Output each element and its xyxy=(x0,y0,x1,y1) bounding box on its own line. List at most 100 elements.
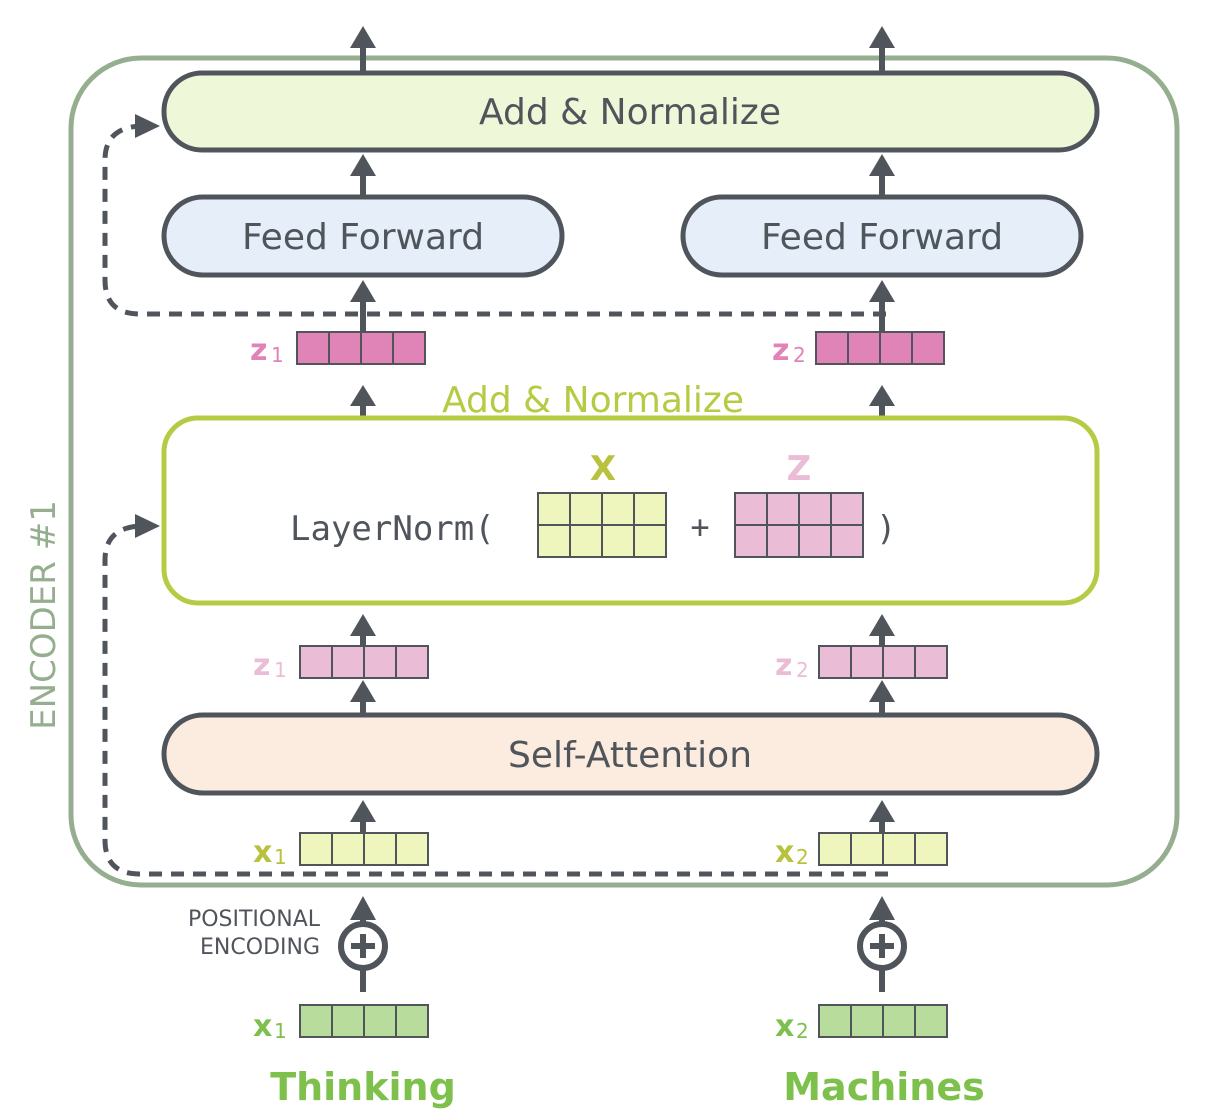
vector-cell xyxy=(850,832,884,866)
add-normalize-top-label: Add & Normalize xyxy=(479,92,781,133)
z-to-ln-arrow-2 xyxy=(869,614,895,646)
vector-cell xyxy=(299,832,333,866)
x-input-2-sub: 2 xyxy=(796,1019,809,1043)
x-input-2: x 2 xyxy=(775,1004,948,1044)
positional-add-1 xyxy=(338,896,388,992)
matrix-cell xyxy=(830,492,864,526)
positional-add-2 xyxy=(857,896,907,992)
x-embedded-2-sub: 2 xyxy=(796,845,809,869)
vector-cell xyxy=(395,1004,429,1038)
x-matrix-label: X xyxy=(590,449,616,489)
vector-cells xyxy=(815,331,945,365)
vector-cell xyxy=(363,1004,397,1038)
z-input-1-letter: z xyxy=(253,648,270,683)
vector-cell xyxy=(914,832,948,866)
z-output-2: z 2 xyxy=(772,331,945,368)
self-attention-block: Self-Attention xyxy=(161,712,1100,796)
vector-cells xyxy=(299,645,429,679)
plus-sign: + xyxy=(690,508,709,546)
vector-cell xyxy=(818,832,852,866)
x-to-sa-arrow-1 xyxy=(350,800,376,834)
vector-cell xyxy=(363,832,397,866)
ff-to-addnorm-arrow-1 xyxy=(350,154,376,196)
z-output-1-letter: z xyxy=(250,333,267,368)
x-input-2-letter: x xyxy=(775,1009,794,1044)
vector-cell xyxy=(850,1004,884,1038)
x-input-1-letter: x xyxy=(253,1009,272,1044)
z-output-2-sub: 2 xyxy=(793,343,806,367)
matrix-cell xyxy=(766,524,800,558)
vector-cells xyxy=(818,1004,948,1038)
encoder-label: ENCODER #1 xyxy=(24,500,64,730)
feed-forward-block-1: Feed Forward xyxy=(161,194,565,278)
matrix-cell xyxy=(569,492,603,526)
matrix-cell xyxy=(734,524,768,558)
z-matrix xyxy=(734,492,864,558)
vector-cell xyxy=(882,1004,916,1038)
self-attention-label: Self-Attention xyxy=(508,735,752,776)
z-output-1-sub: 1 xyxy=(271,343,284,367)
z-matrix-label: Z xyxy=(787,449,812,489)
vector-cell xyxy=(395,832,429,866)
z-input-1-sub: 1 xyxy=(274,658,287,682)
add-normalize-title: Add & Normalize xyxy=(442,380,744,421)
x-embedded-1: x 1 xyxy=(253,832,429,870)
vector-cell xyxy=(847,331,881,365)
vector-cell xyxy=(818,645,852,679)
z-to-ff-arrow-2 xyxy=(869,280,895,332)
layernorm-prefix: LayerNorm( xyxy=(290,509,495,549)
z-input-2-sub: 2 xyxy=(796,658,809,682)
matrix-cell xyxy=(830,524,864,558)
vector-cells xyxy=(299,1004,429,1038)
matrix-cell xyxy=(798,492,832,526)
z-to-ln-arrow-1 xyxy=(350,614,376,646)
x-matrix xyxy=(537,492,667,558)
vector-cell xyxy=(299,645,333,679)
vector-cell xyxy=(815,331,849,365)
vector-cell xyxy=(818,1004,852,1038)
ln-to-z-arrow-1 xyxy=(350,385,376,416)
vector-cell xyxy=(363,645,397,679)
vector-cell xyxy=(328,331,362,365)
sa-to-z-arrow-2 xyxy=(869,680,895,716)
matrix-cell xyxy=(798,524,832,558)
x-to-sa-arrow-2 xyxy=(869,800,895,834)
ff-to-addnorm-arrow-2 xyxy=(869,154,895,196)
x-embedded-1-letter: x xyxy=(253,835,272,870)
vector-cell xyxy=(911,331,945,365)
residual-arrowhead-top xyxy=(135,114,160,138)
vector-cell xyxy=(299,1004,333,1038)
vector-cell xyxy=(296,331,330,365)
z-input-2: z 2 xyxy=(775,645,948,683)
feed-forward-block-2: Feed Forward xyxy=(680,194,1084,278)
vector-cell xyxy=(882,645,916,679)
vector-cell xyxy=(360,331,394,365)
matrix-cell xyxy=(734,492,768,526)
positional-encoding-line2: ENCODING xyxy=(200,935,320,960)
vector-cells xyxy=(299,832,429,866)
positional-encoding-line1: POSITIONAL xyxy=(188,907,321,932)
z-output-2-letter: z xyxy=(772,333,789,368)
matrix-cell xyxy=(601,492,635,526)
vector-cell xyxy=(331,1004,365,1038)
matrix-cell xyxy=(766,492,800,526)
matrix-cell xyxy=(569,524,603,558)
z-output-1: z 1 xyxy=(250,331,426,368)
word-thinking: Thinking xyxy=(270,1065,456,1109)
output-arrow-2 xyxy=(869,26,895,72)
matrix-cell xyxy=(537,492,571,526)
matrix-cell xyxy=(633,492,667,526)
x-input-1: x 1 xyxy=(253,1004,429,1044)
vector-cell xyxy=(850,645,884,679)
x-embedded-2-letter: x xyxy=(775,835,794,870)
vector-cell xyxy=(331,832,365,866)
word-machines: Machines xyxy=(783,1065,985,1109)
z-input-2-letter: z xyxy=(775,648,792,683)
matrix-cell xyxy=(601,524,635,558)
x-input-1-sub: 1 xyxy=(274,1019,287,1043)
feed-forward-label-1: Feed Forward xyxy=(242,217,484,258)
vector-cell xyxy=(879,331,913,365)
matrix-cell xyxy=(537,524,571,558)
ln-to-z-arrow-2 xyxy=(869,385,895,416)
sa-to-z-arrow-1 xyxy=(350,680,376,716)
